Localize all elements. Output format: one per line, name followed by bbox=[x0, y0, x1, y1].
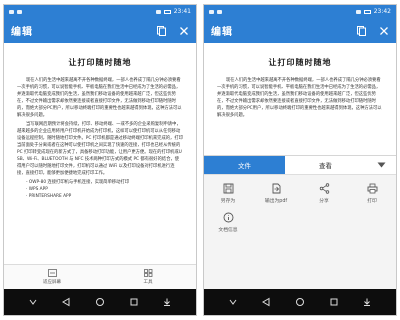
document-paragraph: 现在人们的生活中越来越离不开各种数据终端，一部人也养成了隔几分钟必须要看一次手机… bbox=[217, 78, 382, 118]
wifi-icon bbox=[355, 9, 361, 14]
page-view-icon[interactable] bbox=[356, 25, 367, 36]
export-pdf-label: 输出为pdf bbox=[264, 199, 288, 204]
tab-file[interactable]: 文件 bbox=[204, 156, 285, 174]
page-view-icon[interactable] bbox=[156, 25, 167, 36]
tools-label: 工具 bbox=[143, 280, 153, 285]
nav-recents-icon[interactable] bbox=[129, 297, 139, 307]
phone-screen-file-menu: 23:42 编辑 让打印随时随地 现在人们的生活中越来越离不开各种数据终端，一部… bbox=[203, 4, 397, 316]
phone-screen-document: 23:41 编辑 让打印随时随地 现在人们的生活中越来越离不开各种数据终端，一部… bbox=[3, 4, 197, 316]
pdf-export-icon bbox=[272, 183, 280, 194]
status-bar: 23:42 bbox=[204, 5, 396, 18]
status-icons-right: 23:42 bbox=[355, 8, 391, 15]
nav-back-icon[interactable] bbox=[261, 297, 271, 307]
android-nav-bar bbox=[204, 289, 396, 315]
tools-button[interactable]: 工具 bbox=[100, 265, 196, 289]
tools-icon bbox=[143, 269, 152, 277]
save-as-button[interactable]: 另存为 bbox=[204, 183, 252, 204]
fit-screen-label: 适应屏幕 bbox=[43, 280, 61, 285]
android-nav-bar bbox=[4, 289, 196, 315]
share-label: 分享 bbox=[319, 199, 329, 204]
document-content: 让打印随时随地 现在人们的生活中越来越离不开各种数据终端，一部人也养成了隔几分钟… bbox=[204, 43, 396, 121]
collapse-menu-button[interactable] bbox=[366, 156, 396, 174]
document-list-item: - OWP-80 连接打印机与手机连接，实现简单移动打印 bbox=[26, 180, 130, 185]
status-time: 23:42 bbox=[373, 8, 391, 15]
nav-collapse-icon[interactable] bbox=[28, 297, 38, 307]
document-list-item: · WPS APP bbox=[26, 187, 48, 192]
caret-down-icon bbox=[377, 162, 385, 168]
status-bar: 23:41 bbox=[4, 5, 196, 18]
app-bar-title: 编辑 bbox=[11, 27, 33, 38]
close-icon[interactable] bbox=[379, 26, 389, 36]
document-info-button[interactable]: 文档信息 bbox=[204, 212, 252, 233]
document-paragraph: 现在人们的生活中越来越离不开各种数据终端，一部人也养成了隔几分钟必须要看一次手机… bbox=[17, 78, 182, 118]
nav-recents-icon[interactable] bbox=[329, 297, 339, 307]
print-label: 打印 bbox=[367, 199, 377, 204]
screenshot-pair: 23:41 编辑 让打印随时随地 现在人们的生活中越来越离不开各种数据终端，一部… bbox=[0, 0, 400, 320]
document-info-label: 文档信息 bbox=[218, 228, 238, 233]
app-bar: 编辑 bbox=[4, 18, 196, 43]
wifi-icon bbox=[155, 9, 161, 14]
close-icon[interactable] bbox=[179, 26, 189, 36]
save-icon bbox=[223, 183, 233, 194]
status-icons-left bbox=[9, 9, 22, 14]
nav-download-icon[interactable] bbox=[362, 297, 372, 307]
app-bar-actions bbox=[156, 25, 189, 36]
status-icons-left bbox=[209, 9, 222, 14]
document-heading: 让打印随时随地 bbox=[68, 58, 132, 67]
share-icon bbox=[319, 183, 329, 194]
battery-icon bbox=[163, 9, 171, 14]
share-button[interactable]: 分享 bbox=[300, 183, 348, 204]
file-menu-sheet: 文件 查看 另存为 输出为pdf 分享 打印 文档信息 bbox=[204, 155, 396, 289]
notification-icon bbox=[9, 9, 14, 14]
notification-icon bbox=[17, 9, 22, 14]
menu-tabs: 文件 查看 bbox=[204, 156, 396, 175]
status-icons-right: 23:41 bbox=[155, 8, 191, 15]
app-bar-title: 编辑 bbox=[211, 27, 233, 38]
save-as-label: 另存为 bbox=[220, 199, 236, 204]
nav-download-icon[interactable] bbox=[162, 297, 172, 307]
document-heading: 让打印随时随地 bbox=[268, 58, 332, 67]
fit-screen-icon bbox=[47, 269, 57, 277]
battery-icon bbox=[363, 9, 371, 14]
document-content: 让打印随时随地 现在人们的生活中越来越离不开各种数据终端，一部人也养成了隔几分钟… bbox=[4, 43, 196, 200]
notification-icon bbox=[217, 9, 222, 14]
notification-icon bbox=[209, 9, 214, 14]
print-button[interactable]: 打印 bbox=[348, 183, 396, 204]
document-paragraph: 当写联网后期预计将会持续，打印、移动终端、一或不多的企业采购复制申请中，越来越多… bbox=[17, 122, 183, 176]
bottom-toolbar: 适应屏幕 工具 bbox=[4, 264, 196, 289]
nav-collapse-icon[interactable] bbox=[228, 297, 238, 307]
app-bar: 编辑 bbox=[204, 18, 396, 43]
document-list-item: · PRINTERSHARE APP bbox=[26, 194, 72, 199]
nav-home-icon[interactable] bbox=[295, 297, 305, 307]
fit-screen-button[interactable]: 适应屏幕 bbox=[4, 265, 100, 289]
tab-view[interactable]: 查看 bbox=[285, 156, 366, 174]
app-bar-actions bbox=[356, 25, 389, 36]
printer-icon bbox=[367, 183, 377, 194]
status-time: 23:41 bbox=[173, 8, 191, 15]
export-pdf-button[interactable]: 输出为pdf bbox=[252, 183, 300, 204]
info-icon bbox=[223, 212, 233, 223]
nav-back-icon[interactable] bbox=[61, 297, 71, 307]
nav-home-icon[interactable] bbox=[95, 297, 105, 307]
file-action-grid: 另存为 输出为pdf 分享 打印 文档信息 bbox=[204, 175, 396, 233]
